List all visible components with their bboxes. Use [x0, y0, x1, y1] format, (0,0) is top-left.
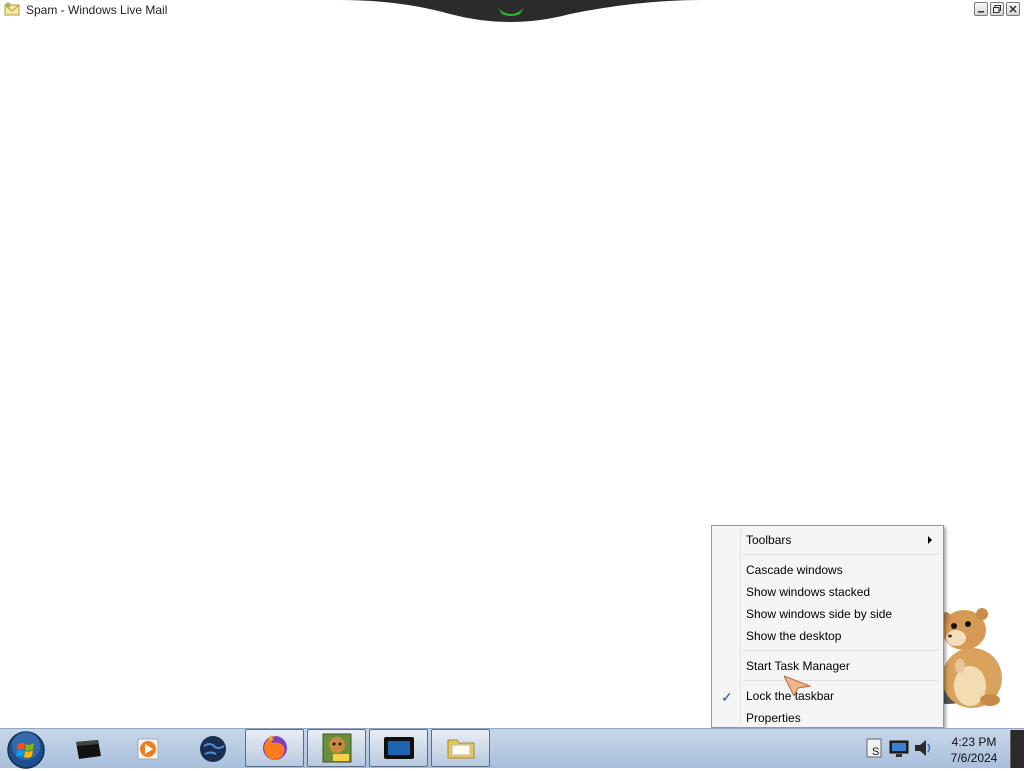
checkmark-icon: ✓: [721, 689, 733, 705]
menu-item-lock-the-taskbar[interactable]: ✓ Lock the taskbar: [715, 685, 940, 706]
media-center-icon: [76, 740, 101, 759]
menu-item-start-task-manager[interactable]: Start Task Manager: [715, 655, 940, 676]
menu-separator: [743, 554, 938, 555]
menu-item-label: Show the desktop: [746, 629, 842, 643]
menu-item-label: Show windows stacked: [746, 585, 871, 599]
menu-item-show-windows-side-by-side[interactable]: Show windows side by side: [715, 603, 940, 624]
firefox-icon: [262, 735, 287, 760]
menu-item-properties[interactable]: Properties: [715, 707, 940, 728]
game-box-icon: [322, 733, 351, 763]
menu-item-label: Start Task Manager: [746, 659, 850, 673]
menu-separator: [743, 680, 938, 681]
clock-time: 4:23 PM: [951, 735, 997, 749]
mouse-pointer-icon: [784, 675, 812, 696]
network-icon[interactable]: [888, 737, 910, 759]
menu-item-cascade-windows[interactable]: Cascade windows: [715, 559, 940, 580]
menu-item-toolbars[interactable]: Toolbars: [715, 529, 940, 550]
pinned-browser-globe[interactable]: [195, 731, 231, 767]
taskbar-button-display[interactable]: [369, 729, 428, 767]
system-clock[interactable]: 4:23 PM 7/6/2024: [944, 729, 1004, 769]
windows-start-orb-icon[interactable]: [6, 731, 46, 771]
minimize-button[interactable]: [974, 2, 988, 16]
title-decoration: [340, 0, 700, 22]
display-icon: [383, 737, 414, 759]
show-desktop-button[interactable]: [1010, 730, 1024, 768]
submenu-arrow-icon: [928, 536, 932, 544]
notification-area: S: [864, 729, 938, 769]
menu-item-label: Cascade windows: [746, 563, 843, 577]
clock-date: 7/6/2024: [950, 751, 998, 765]
globe-icon: [200, 736, 226, 762]
taskbar[interactable]: S 4:23 PM 7/6/2024: [0, 728, 1024, 771]
minimize-icon: [978, 11, 984, 13]
window-title: Spam - Windows Live Mail: [26, 3, 168, 17]
pinned-media-center[interactable]: [70, 731, 106, 767]
menu-item-label: Properties: [746, 711, 801, 725]
svg-text:S: S: [872, 746, 879, 758]
taskbar-button-game-box[interactable]: [307, 729, 366, 767]
menu-item-show-the-desktop[interactable]: Show the desktop: [715, 625, 940, 646]
pinned-media-player[interactable]: [130, 731, 166, 767]
action-center-icon[interactable]: S: [864, 737, 886, 759]
menu-item-label: Toolbars: [746, 533, 792, 547]
window-title-bar[interactable]: Spam - Windows Live Mail: [0, 0, 1024, 22]
menu-item-label: Show windows side by side: [746, 607, 893, 621]
media-player-icon: [137, 738, 159, 760]
restore-button[interactable]: [990, 2, 1004, 16]
folder-icon: [447, 739, 474, 759]
volume-icon[interactable]: [912, 737, 934, 759]
menu-separator: [743, 650, 938, 651]
close-icon: [1009, 5, 1017, 13]
restore-icon: [993, 5, 1001, 13]
taskbar-context-menu: Toolbars Cascade windows Show windows st…: [711, 525, 944, 728]
menu-item-show-windows-stacked[interactable]: Show windows stacked: [715, 581, 940, 602]
windows-live-mail-icon: [4, 2, 20, 16]
close-button[interactable]: [1006, 2, 1020, 16]
taskbar-button-firefox[interactable]: [245, 729, 304, 767]
taskbar-button-windows-explorer[interactable]: [431, 729, 490, 767]
